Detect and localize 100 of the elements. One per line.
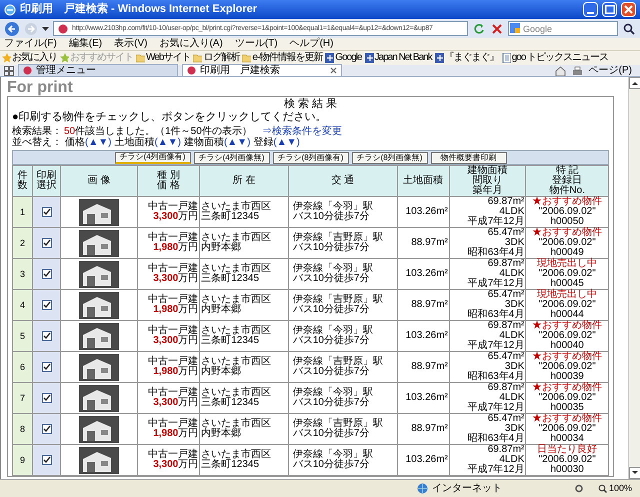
address-text: さいたま市西区 三条町12345: [201, 264, 272, 284]
property-number: h00039: [550, 372, 585, 382]
scroll-down-icon[interactable]: [629, 467, 640, 479]
close-button[interactable]: [621, 2, 636, 17]
property-type: 中古一戸建: [147, 202, 198, 212]
column-header: 所 在: [232, 176, 256, 186]
tab[interactable]: 印刷用 戸建検索: [182, 64, 342, 76]
zoom-button[interactable]: 100%: [598, 484, 632, 493]
photo-placeholder: [79, 292, 120, 318]
land-area: 88.97m²: [411, 423, 448, 434]
registration-date: "2006.09.02": [538, 269, 597, 279]
remark-text: 現地売出し中: [536, 259, 598, 269]
page-icon: [187, 66, 196, 75]
tab-list-icon[interactable]: [4, 66, 14, 76]
building-info: 65.47m² 3DK 昭和63年4月: [466, 290, 524, 320]
minimize-icon: [587, 12, 594, 14]
minimize-button[interactable]: [583, 2, 598, 17]
print-checkbox[interactable]: [42, 300, 52, 310]
instruction-text: ●印刷する物件をチェックし、ボタンをクリックしてください。: [12, 111, 327, 124]
access-text: 伊奈線「今羽」駅 バス10分徒歩7分: [292, 450, 374, 470]
favorite-link[interactable]: ログ解析: [193, 53, 240, 63]
print-button[interactable]: チラシ(4列画像有): [114, 152, 190, 164]
price: 3,300万円: [152, 460, 198, 470]
photo-placeholder: [79, 384, 120, 412]
back-icon[interactable]: [4, 20, 20, 36]
security-zone: インターネット: [432, 484, 502, 494]
column-header: 印刷 選択: [36, 171, 58, 191]
scroll-up-icon[interactable]: [629, 77, 640, 89]
result-label: 検索結果：: [12, 126, 62, 137]
favorites-button[interactable]: お気に入り: [2, 53, 57, 63]
stop-icon[interactable]: [490, 22, 504, 36]
building-info: 65.47m² 3DK 昭和63年4月: [466, 352, 524, 382]
search-field[interactable]: Google: [508, 21, 618, 36]
page-icon: [23, 66, 32, 75]
menu-item[interactable]: ファイル(F): [4, 39, 57, 49]
print-checkbox[interactable]: [42, 238, 52, 248]
column-header: 交 通: [330, 176, 356, 186]
sort-link[interactable]: 建物面積(▲▼): [184, 137, 250, 148]
print-icon[interactable]: [572, 66, 583, 76]
print-checkbox[interactable]: [42, 424, 52, 434]
print-button[interactable]: 物件概要書印刷: [430, 152, 506, 164]
land-area: 103.26m²: [406, 330, 448, 341]
star-icon: [2, 53, 11, 63]
row-number: 6: [20, 362, 26, 372]
property-number: h00035: [550, 403, 585, 413]
star-icon: [60, 53, 69, 63]
favorite-link[interactable]: e-物件情報を更新: [242, 53, 322, 63]
access-text: 伊奈線「今羽」駅 バス10分徒歩7分: [292, 326, 374, 346]
tab[interactable]: 管理メニュー: [18, 64, 178, 76]
price: 3,300万円: [152, 336, 198, 346]
favorite-link[interactable]: Japan Net Bank: [364, 53, 432, 63]
result-count-text: 50件該当しました。（1件～50件の表示）: [64, 126, 252, 137]
column-header: 特 記 登録日 物件No.: [548, 166, 586, 196]
land-area: 103.26m²: [406, 392, 448, 403]
change-conditions-link[interactable]: ⇒検索条件を変更: [262, 126, 342, 137]
access-text: 伊奈線「今羽」駅 バス10分徒歩7分: [292, 202, 374, 222]
close-icon[interactable]: [330, 67, 337, 74]
scrollbar[interactable]: [628, 77, 640, 479]
sort-link[interactable]: 登録(▲▼): [253, 137, 300, 148]
dropdown-icon[interactable]: [42, 26, 49, 32]
menu-item[interactable]: ツール(T): [234, 39, 278, 49]
print-checkbox[interactable]: [42, 362, 52, 372]
menu-item[interactable]: ヘルプ(H): [290, 39, 334, 49]
favorite-link[interactable]: Google: [325, 53, 362, 63]
print-checkbox[interactable]: [42, 268, 52, 279]
favorite-link[interactable]: goo トピックスニュース: [502, 53, 608, 63]
building-info: 65.47m² 3DK 昭和63年4月: [466, 414, 524, 444]
print-checkbox[interactable]: [42, 392, 52, 403]
property-number: h00040: [550, 341, 585, 351]
menu-item[interactable]: 編集(E): [68, 39, 102, 49]
property-type: 中古一戸建: [147, 357, 198, 367]
print-checkbox[interactable]: [42, 454, 52, 465]
menu-item[interactable]: 表示(V): [114, 39, 148, 49]
land-area: 103.26m²: [406, 268, 448, 279]
address-text: さいたま市西区 三条町12345: [201, 326, 272, 346]
print-checkbox[interactable]: [42, 330, 52, 341]
property-number: h00050: [550, 217, 585, 227]
price: 1,980万円: [152, 429, 198, 439]
page-heading: For print: [7, 79, 73, 96]
maximize-button[interactable]: [602, 2, 617, 17]
photo-placeholder: [79, 416, 120, 442]
print-button[interactable]: チラシ(8列画像有): [272, 152, 348, 164]
remark-text: ★おすすめ物件: [531, 197, 604, 207]
photo-placeholder: [79, 446, 120, 474]
search-icon[interactable]: [622, 22, 636, 36]
page-menu-button[interactable]: ページ(P): [588, 66, 632, 76]
print-checkbox[interactable]: [42, 206, 52, 217]
registration-date: "2006.09.02": [538, 238, 597, 248]
print-button[interactable]: チラシ(8列画像無): [352, 152, 428, 164]
refresh-icon[interactable]: [472, 22, 486, 36]
results-title: 検 索 結 果: [284, 98, 338, 111]
sort-link[interactable]: 価格(▲▼): [65, 137, 112, 148]
row-number: 3: [20, 268, 26, 278]
sort-link[interactable]: 土地面積(▲▼): [114, 137, 181, 148]
favorite-link[interactable]: Webサイト: [136, 53, 190, 63]
print-button[interactable]: チラシ(4列画像無): [194, 152, 270, 164]
favorite-link[interactable]: 『まぐまぐ』: [434, 53, 499, 63]
row-number: 5: [20, 330, 26, 340]
menu-item[interactable]: お気に入り(A): [159, 39, 223, 49]
folder-icon: [136, 53, 145, 63]
